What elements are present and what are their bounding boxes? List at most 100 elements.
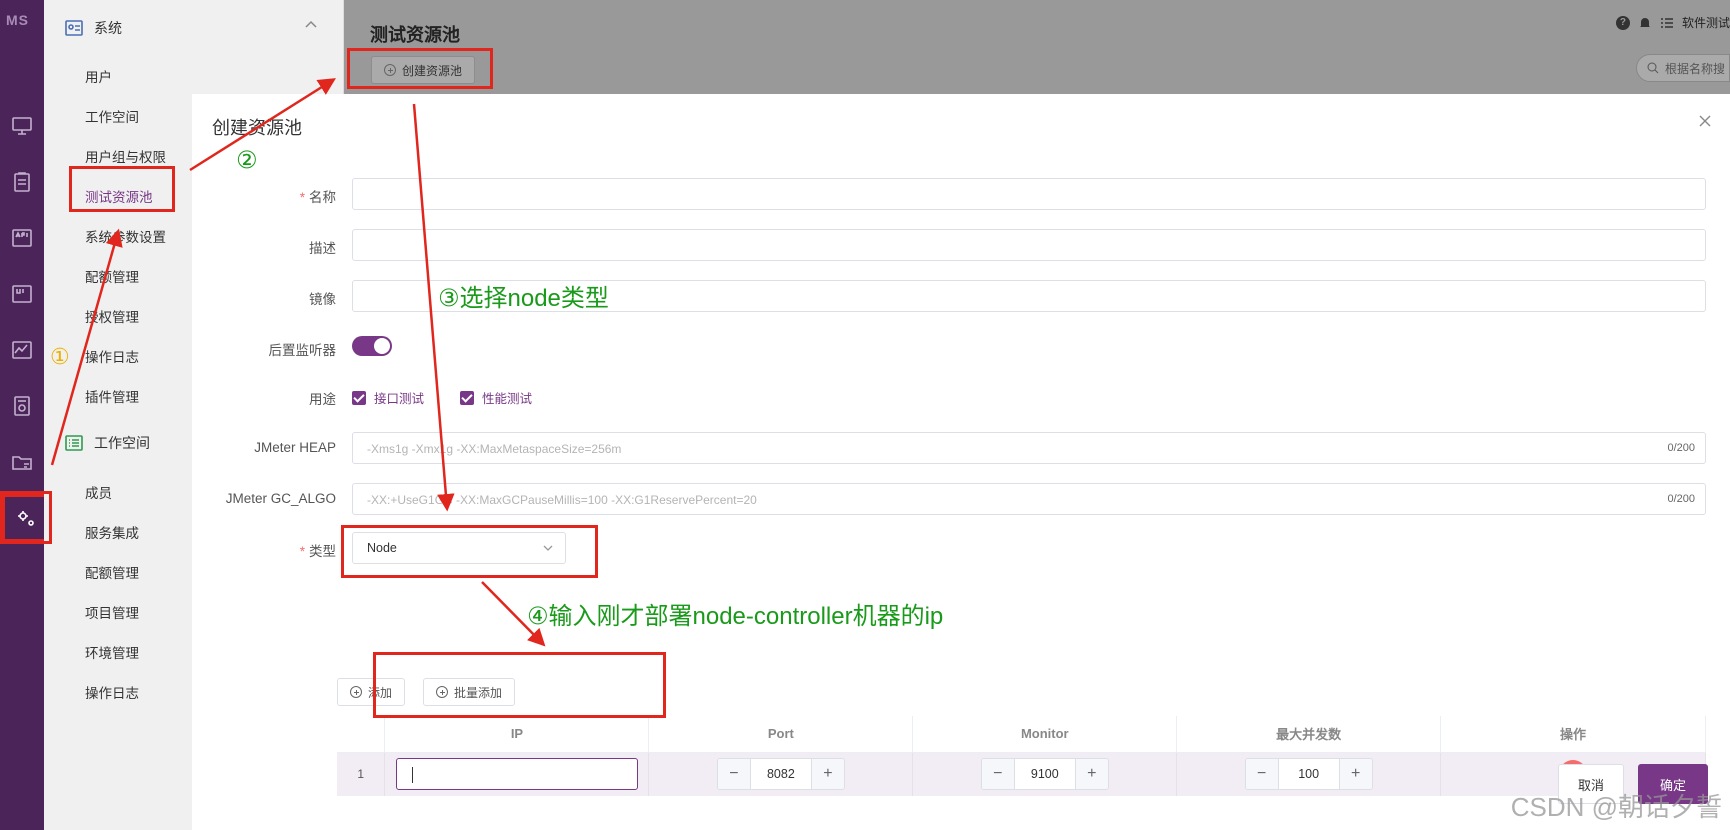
image-row: 镜像 [192, 280, 1730, 312]
chevron-up-icon[interactable] [305, 20, 317, 28]
col-max-concurrency: 最大并发数 [1176, 716, 1442, 753]
desc-row: 描述 [192, 229, 1730, 261]
performance-icon[interactable] [0, 328, 44, 372]
table-row: 1 − 8082 + − 9100 + − 100 + [337, 752, 1706, 796]
type-label: * 类型 [299, 544, 336, 559]
usage-api-checkbox[interactable]: 接口测试 [352, 388, 424, 407]
desc-label: 描述 [309, 241, 336, 256]
node-table: IP Port Monitor 最大并发数 操作 1 − 8082 + − 91… [337, 716, 1706, 796]
settings-icon[interactable] [2, 494, 50, 542]
decrement-button[interactable]: − [717, 759, 750, 790]
name-input[interactable] [352, 178, 1706, 210]
heap-row: JMeter HEAP -Xms1g -Xmx1g -XX:MaxMetaspa… [192, 432, 1730, 464]
menu-item-operation-log[interactable]: 操作日志 [85, 346, 139, 366]
name-label: * 名称 [299, 190, 336, 205]
col-ip: IP [384, 716, 650, 753]
monitor-icon[interactable] [0, 104, 44, 148]
image-input[interactable] [352, 280, 1706, 312]
listener-toggle[interactable] [352, 336, 392, 356]
chevron-down-icon [543, 545, 553, 551]
search-icon [1647, 62, 1659, 74]
menu-item-members[interactable]: 成员 [85, 482, 112, 502]
dialog-title: 创建资源池 [212, 118, 302, 138]
icon-rail: MS [0, 0, 50, 830]
page-title: 测试资源池 [370, 25, 460, 45]
monitor-stepper[interactable]: − 9100 + [980, 758, 1109, 791]
menu-group-label: 工作空间 [94, 435, 150, 451]
listener-label: 后置监听器 [268, 343, 337, 358]
concurrency-cell: − 100 + [1176, 752, 1442, 796]
menu-item-user-group[interactable]: 用户组与权限 [85, 146, 166, 166]
col-actions: 操作 [1440, 716, 1706, 753]
col-port: Port [648, 716, 914, 753]
menu-item-test-resource-pool[interactable]: 测试资源池 [85, 186, 153, 206]
menu-group-system[interactable]: 系统 [64, 18, 122, 38]
ip-input[interactable] [395, 758, 638, 791]
heap-input[interactable]: -Xms1g -Xmx1g -XX:MaxMetaspaceSize=256m … [352, 432, 1706, 464]
clipboard-icon[interactable] [0, 160, 44, 204]
type-select[interactable]: Node [352, 532, 566, 564]
increment-button[interactable]: + [1075, 759, 1108, 790]
top-toolbar: ? 软件测试 [1615, 14, 1730, 31]
menu-item-user[interactable]: 用户 [85, 66, 112, 86]
api-icon[interactable] [0, 216, 44, 260]
usage-row: 用途 接口测试 性能测试 [192, 380, 1730, 412]
port-value[interactable]: 8082 [749, 759, 812, 790]
user-name[interactable]: 软件测试 [1682, 14, 1730, 31]
type-row: * 类型 Node [192, 532, 1730, 564]
menu-item-ws-operation-log[interactable]: 操作日志 [85, 682, 139, 702]
report-icon[interactable] [0, 384, 44, 428]
image-label: 镜像 [309, 292, 336, 307]
add-row-button[interactable]: 添加 [337, 678, 406, 706]
confirm-button[interactable]: 确定 [1638, 764, 1708, 804]
col-monitor: Monitor [912, 716, 1178, 753]
menu-group-workspace[interactable]: 工作空间 [64, 433, 150, 453]
increment-button[interactable]: + [1339, 759, 1372, 790]
add-circle-icon [384, 64, 396, 76]
menu-item-quota[interactable]: 配额管理 [85, 266, 139, 286]
ip-cell [384, 752, 650, 796]
gc-input[interactable]: -XX:+UseG1GC -XX:MaxGCPauseMillis=100 -X… [352, 483, 1706, 515]
list-icon [65, 435, 83, 451]
port-cell: − 8082 + [648, 752, 914, 796]
concurrency-value[interactable]: 100 [1277, 759, 1340, 790]
port-stepper[interactable]: − 8082 + [716, 758, 845, 791]
batch-add-button[interactable]: 批量添加 [423, 678, 516, 706]
menu-group-label: 系统 [94, 20, 122, 36]
folder-icon[interactable] [0, 440, 44, 484]
id-card-icon [65, 20, 83, 36]
menu-item-ws-quota[interactable]: 配额管理 [85, 562, 139, 582]
usage-label: 用途 [309, 392, 336, 407]
row-index: 1 [337, 752, 386, 796]
menu-item-workspace[interactable]: 工作空间 [85, 106, 139, 126]
usage-performance-checkbox[interactable]: 性能测试 [460, 388, 532, 407]
close-icon[interactable] [1698, 114, 1712, 128]
monitor-value[interactable]: 9100 [1013, 759, 1076, 790]
app-logo: MS [6, 12, 29, 28]
task-list-icon[interactable] [1660, 16, 1674, 30]
increment-button[interactable]: + [811, 759, 844, 790]
ui-icon[interactable] [0, 272, 44, 316]
name-row: * 名称 [192, 178, 1730, 210]
cancel-button[interactable]: 取消 [1558, 764, 1624, 804]
listener-row: 后置监听器 [192, 331, 1730, 363]
menu-item-system-params[interactable]: 系统参数设置 [85, 226, 166, 246]
col-index [337, 716, 386, 753]
help-icon[interactable]: ? [1615, 15, 1630, 30]
search-input[interactable]: 根据名称搜 [1636, 54, 1730, 82]
menu-item-license[interactable]: 授权管理 [85, 306, 139, 326]
add-circle-icon [436, 686, 448, 698]
gc-row: JMeter GC_ALGO -XX:+UseG1GC -XX:MaxGCPau… [192, 483, 1730, 515]
concurrency-stepper[interactable]: − 100 + [1244, 758, 1373, 791]
bell-icon[interactable] [1638, 16, 1652, 30]
create-pool-button-bg[interactable]: 创建资源池 [371, 56, 476, 84]
menu-item-project[interactable]: 项目管理 [85, 602, 139, 622]
menu-item-plugin[interactable]: 插件管理 [85, 386, 139, 406]
desc-input[interactable] [352, 229, 1706, 261]
decrement-button[interactable]: − [981, 759, 1014, 790]
add-circle-icon [350, 686, 362, 698]
decrement-button[interactable]: − [1245, 759, 1278, 790]
heap-label: JMeter HEAP [254, 440, 336, 455]
menu-item-environment[interactable]: 环境管理 [85, 642, 139, 662]
menu-item-integration[interactable]: 服务集成 [85, 522, 139, 542]
